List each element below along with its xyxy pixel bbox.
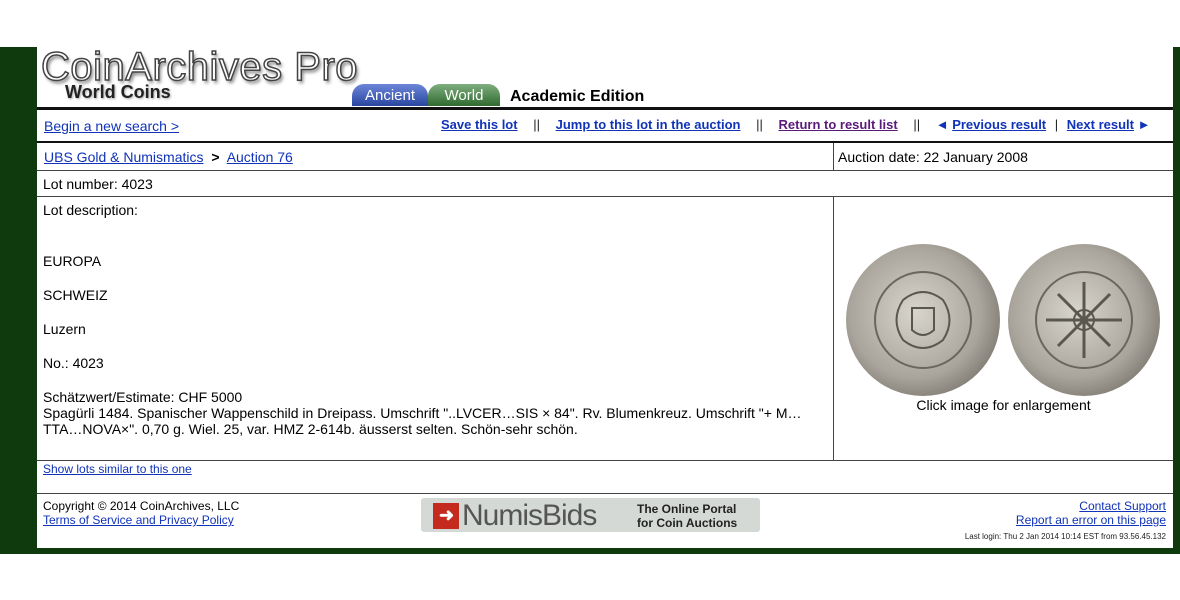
copyright-text: Copyright © 2014 CoinArchives, LLC (43, 499, 240, 513)
description-line: SCHWEIZ (43, 287, 108, 303)
auction-date: Auction date: 22 January 2008 (838, 149, 1028, 165)
description-line: Spagürli 1484. Spanischer Wappenschild i… (43, 405, 802, 437)
tab-world[interactable]: World (428, 84, 500, 106)
numisbids-tagline-line: for Coin Auctions (637, 516, 738, 530)
edition-label: Academic Edition (510, 88, 645, 105)
coin-image-panel[interactable]: Click image for enlargement (834, 197, 1173, 460)
footer-left: Copyright © 2014 CoinArchives, LLC Terms… (43, 499, 239, 527)
numisbids-banner[interactable]: ➜ NumisBids The Online Portal for Coin A… (421, 498, 760, 532)
save-lot-link[interactable]: Save this lot (441, 117, 518, 132)
divider (37, 170, 1173, 171)
logo-subtitle: World Coins (65, 82, 171, 102)
auction-link[interactable]: Auction 76 (227, 149, 293, 165)
divider (37, 460, 1173, 461)
show-similar-lots-link[interactable]: Show lots similar to this one (43, 462, 192, 476)
coinarchives-logo[interactable]: CoinArchives Pro World Coins (40, 45, 359, 102)
divider (37, 493, 1173, 494)
previous-result-link[interactable]: Previous result (952, 117, 1046, 132)
lot-number: Lot number: 4023 (43, 176, 153, 192)
logo-title: CoinArchives Pro (40, 45, 359, 89)
description-line: EUROPA (43, 253, 102, 269)
divider (833, 143, 834, 170)
numisbids-wordmark: NumisBids (462, 499, 597, 532)
auction-house-link[interactable]: UBS Gold & Numismatics (44, 149, 203, 165)
tab-ancient[interactable]: Ancient (352, 84, 428, 106)
footer-right: Contact Support Report an error on this … (1016, 499, 1166, 527)
next-arrow-icon[interactable]: ► (1138, 117, 1151, 132)
last-login-text: Last login: Thu 2 Jan 2014 10:14 EST fro… (964, 532, 1166, 541)
image-caption: Click image for enlargement (916, 397, 1091, 413)
next-result-link[interactable]: Next result (1067, 117, 1134, 132)
nav-divider (37, 141, 1173, 143)
description-line: Schätzwert/Estimate: CHF 5000 (43, 389, 243, 405)
page-content: CoinArchives Pro World Coins Ancient Wor… (37, 45, 1173, 548)
nav-separator: || (913, 117, 921, 132)
numisbids-logo-icon: ➜ (433, 503, 459, 529)
begin-new-search-link[interactable]: Begin a new search > (44, 118, 179, 134)
jump-to-auction-link[interactable]: Jump to this lot in the auction (556, 117, 741, 132)
nav-separator: || (756, 117, 763, 132)
contact-support-link[interactable]: Contact Support (1016, 499, 1166, 513)
result-navigation: Begin a new search > Save this lot || Ju… (37, 110, 1173, 141)
coin-reverse-image[interactable] (1008, 244, 1160, 396)
nav-separator: || (533, 117, 540, 132)
similar-lots-row: Show lots similar to this one (43, 462, 1179, 476)
numisbids-tagline-line: The Online Portal (637, 502, 737, 516)
lot-description: EUROPA SCHWEIZ Luzern No.: 4023 Schätzwe… (43, 253, 823, 437)
previous-arrow-icon[interactable]: ◄ (936, 117, 949, 132)
coin-obverse-image[interactable] (846, 244, 1000, 396)
nav-pipe: | (1054, 117, 1059, 132)
report-error-link[interactable]: Report an error on this page (1016, 513, 1166, 527)
return-to-result-list-link[interactable]: Return to result list (779, 117, 898, 132)
description-line: Luzern (43, 321, 86, 337)
terms-link[interactable]: Terms of Service and Privacy Policy (43, 513, 239, 527)
breadcrumb-separator: > (211, 149, 220, 165)
description-line: No.: 4023 (43, 355, 104, 371)
numisbids-tagline: The Online Portal for Coin Auctions (637, 502, 737, 530)
